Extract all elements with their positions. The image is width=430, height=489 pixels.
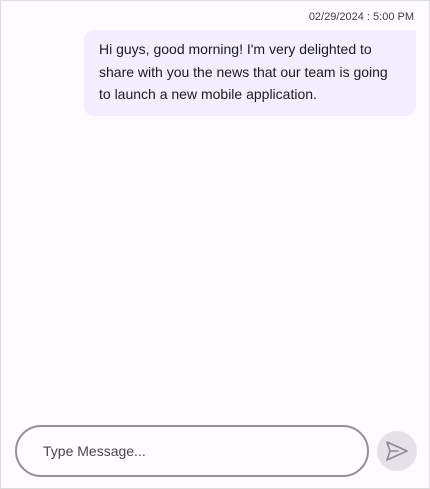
message-bubble: Hi guys, good morning! I'm very delighte… bbox=[84, 30, 416, 116]
send-button[interactable] bbox=[377, 431, 417, 471]
chat-window: 02/29/2024 : 5:00 PM Hi guys, good morni… bbox=[0, 0, 430, 489]
send-icon bbox=[386, 441, 408, 461]
message-input[interactable] bbox=[41, 427, 351, 475]
message-timestamp: 02/29/2024 : 5:00 PM bbox=[308, 11, 414, 23]
message-composer bbox=[15, 425, 369, 477]
